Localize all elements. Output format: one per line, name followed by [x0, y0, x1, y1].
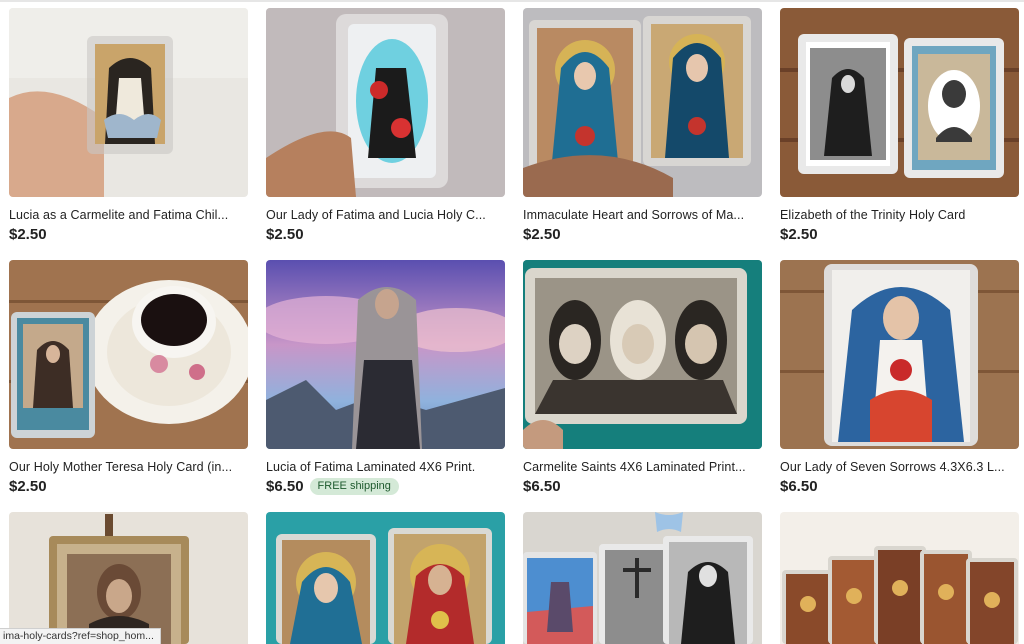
- price-row: $6.50: [780, 478, 1019, 495]
- listing-image[interactable]: [266, 8, 505, 197]
- holy-card-immaculate-heart: [523, 8, 762, 197]
- listing-price: $2.50: [780, 226, 818, 243]
- listing-image[interactable]: [523, 512, 762, 644]
- listing-card[interactable]: Our Lady of Fatima and Lucia Holy C... $…: [266, 8, 505, 260]
- print-carmelite-saints: [523, 260, 762, 449]
- listing-image[interactable]: [266, 512, 505, 644]
- listing-card[interactable]: Elizabeth of the Trinity Holy Card $2.50: [780, 8, 1019, 260]
- price-row: $2.50: [780, 226, 1019, 243]
- listing-price: $6.50: [266, 478, 304, 495]
- listing-price: $2.50: [523, 226, 561, 243]
- listing-title[interactable]: Lucia of Fatima Laminated 4X6 Print.: [266, 460, 505, 475]
- listing-card[interactable]: Our Holy Mother Teresa Holy Card (in... …: [9, 260, 248, 512]
- listing-card[interactable]: Carmelite Saints 4X6 Laminated Print... …: [523, 260, 762, 512]
- listing-price: $2.50: [9, 478, 47, 495]
- price-row: $6.50: [523, 478, 762, 495]
- listing-image[interactable]: [9, 8, 248, 197]
- listing-image[interactable]: [523, 8, 762, 197]
- listing-title[interactable]: Our Lady of Seven Sorrows 4.3X6.3 L...: [780, 460, 1019, 475]
- price-row: $2.50: [523, 226, 762, 243]
- free-shipping-badge: FREE shipping: [309, 478, 399, 495]
- holy-cards-assorted: [523, 512, 762, 644]
- holy-card-our-lady-of-fatima: [266, 8, 505, 197]
- framed-portrait-card: [9, 512, 248, 644]
- listing-title[interactable]: Carmelite Saints 4X6 Laminated Print...: [523, 460, 762, 475]
- listing-card[interactable]: Lucia of Fatima Laminated 4X6 Print. $6.…: [266, 260, 505, 512]
- holy-card-lucia-carmelite: [9, 8, 248, 197]
- holy-card-elizabeth-trinity: [780, 8, 1019, 197]
- listing-title[interactable]: Our Holy Mother Teresa Holy Card (in...: [9, 460, 248, 475]
- listing-image[interactable]: [9, 512, 248, 644]
- listing-card[interactable]: Lucia as a Carmelite and Fatima Chil... …: [9, 8, 248, 260]
- holy-cards-mary-and-jesus: [266, 512, 505, 644]
- listing-card[interactable]: [780, 512, 1019, 644]
- listing-image[interactable]: [780, 512, 1019, 644]
- listing-title[interactable]: Elizabeth of the Trinity Holy Card: [780, 208, 1019, 223]
- listing-card[interactable]: [9, 512, 248, 644]
- price-row: $2.50: [266, 226, 505, 243]
- price-row: $6.50 FREE shipping: [266, 478, 505, 495]
- listing-image[interactable]: [9, 260, 248, 449]
- listing-image[interactable]: [780, 260, 1019, 449]
- top-divider: [0, 0, 1024, 2]
- listing-price: $2.50: [9, 226, 47, 243]
- listing-price: $6.50: [780, 478, 818, 495]
- print-seven-sorrows: [780, 260, 1019, 449]
- listing-image[interactable]: [266, 260, 505, 449]
- price-row: $2.50: [9, 478, 248, 495]
- listing-card[interactable]: [523, 512, 762, 644]
- listing-title[interactable]: Immaculate Heart and Sorrows of Ma...: [523, 208, 762, 223]
- listing-card[interactable]: Immaculate Heart and Sorrows of Ma... $2…: [523, 8, 762, 260]
- listing-image[interactable]: [780, 8, 1019, 197]
- holy-cards-stations: [780, 512, 1019, 644]
- holy-card-teresa-teacup: [9, 260, 248, 449]
- listing-title[interactable]: Our Lady of Fatima and Lucia Holy C...: [266, 208, 505, 223]
- listing-title[interactable]: Lucia as a Carmelite and Fatima Chil...: [9, 208, 248, 223]
- listing-card[interactable]: Our Lady of Seven Sorrows 4.3X6.3 L... $…: [780, 260, 1019, 512]
- listing-card[interactable]: [266, 512, 505, 644]
- price-row: $2.50: [9, 226, 248, 243]
- print-lucia-of-fatima: [266, 260, 505, 449]
- listing-image[interactable]: [523, 260, 762, 449]
- status-bar-url: ima-holy-cards?ref=shop_hom...: [0, 628, 161, 644]
- listing-price: $6.50: [523, 478, 561, 495]
- listing-grid: Lucia as a Carmelite and Fatima Chil... …: [9, 8, 1019, 644]
- listing-price: $2.50: [266, 226, 304, 243]
